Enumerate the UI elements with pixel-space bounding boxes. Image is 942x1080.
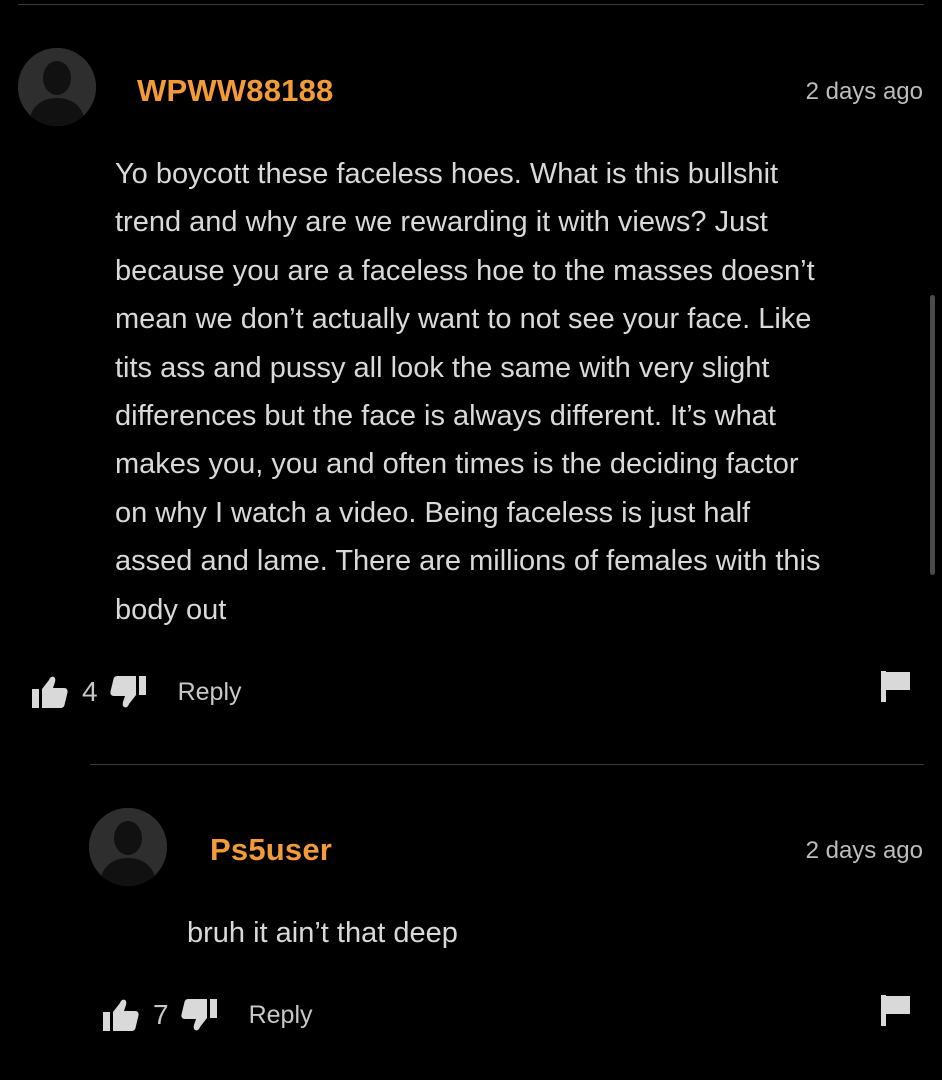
username[interactable]: Ps5user xyxy=(210,832,332,868)
avatar[interactable] xyxy=(89,808,167,886)
comment-line: mean we don’t actually want to not see y… xyxy=(115,303,812,336)
comment-line: differences but the face is always diffe… xyxy=(115,400,776,433)
scrollbar[interactable] xyxy=(930,295,935,575)
reply-divider xyxy=(90,764,924,765)
comment-line: tits ass and pussy all look the same wit… xyxy=(115,351,770,384)
comment-line: Yo boycott these faceless hoes. What is … xyxy=(115,158,779,190)
comment-line: body out xyxy=(115,593,227,626)
flag-icon[interactable] xyxy=(879,992,915,1028)
top-divider xyxy=(18,4,924,5)
comment-line: trend and why are we rewarding it with v… xyxy=(115,206,768,239)
comment-line: assed and lame. There are millions of fe… xyxy=(115,545,821,578)
thumbs-up-icon[interactable] xyxy=(30,672,70,712)
flag-icon[interactable] xyxy=(879,668,915,704)
reply-button[interactable]: Reply xyxy=(178,678,242,707)
user-silhouette-icon xyxy=(18,48,96,126)
thumbs-down-icon[interactable] xyxy=(179,995,219,1035)
like-count: 7 xyxy=(153,999,169,1030)
like-count: 4 xyxy=(82,676,98,707)
reply-button[interactable]: Reply xyxy=(249,1001,313,1030)
timestamp: 2 days ago xyxy=(805,837,923,864)
thumbs-up-icon[interactable] xyxy=(101,995,141,1035)
comment-line: because you are a faceless hoe to the ma… xyxy=(115,254,815,287)
user-silhouette-icon xyxy=(89,808,167,886)
timestamp: 2 days ago xyxy=(805,78,923,105)
comment-actions: 7 Reply xyxy=(101,995,313,1035)
comment-actions: 4 Reply xyxy=(30,672,242,712)
thumbs-down-icon[interactable] xyxy=(108,672,148,712)
comment-body: Yo boycott these faceless hoes. What is … xyxy=(115,150,820,634)
username[interactable]: WPWW88188 xyxy=(137,73,333,109)
comment-line: makes you, you and often times is the de… xyxy=(115,448,799,481)
comment-line: bruh it ain’t that deep xyxy=(187,917,458,949)
comment-body: bruh it ain’t that deep xyxy=(187,909,458,957)
comment-line: on why I watch a video. Being faceless i… xyxy=(115,496,751,529)
avatar[interactable] xyxy=(18,48,96,126)
